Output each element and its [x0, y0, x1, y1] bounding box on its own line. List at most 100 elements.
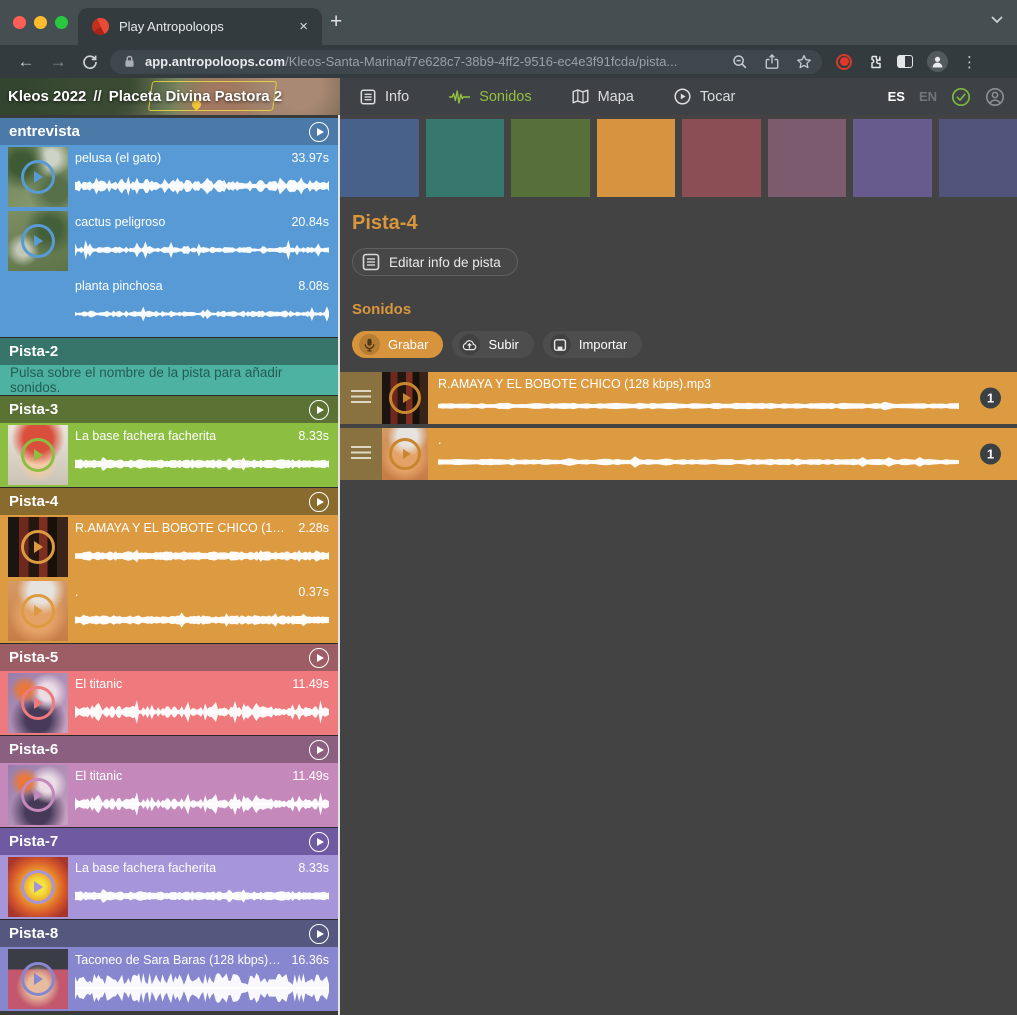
play-icon — [21, 224, 55, 258]
sound-thumbnail[interactable] — [8, 211, 68, 271]
window-minimize-button[interactable] — [34, 16, 47, 29]
import-button[interactable]: Importar — [543, 331, 642, 358]
browser-menu-kebab-icon[interactable]: ⋮ — [962, 53, 977, 71]
app-nav-tab-mapa[interactable]: Mapa — [572, 89, 634, 105]
sound-name: La base fachera facherita — [75, 429, 290, 443]
track-header[interactable]: Pista-4 — [0, 488, 338, 515]
sound-waveform — [75, 295, 329, 333]
extensions-puzzle-icon[interactable] — [866, 54, 883, 70]
track-play-button[interactable] — [309, 740, 329, 760]
sound-thumbnail[interactable] — [8, 949, 68, 1009]
tab-close-icon[interactable]: × — [295, 16, 312, 37]
sound-item[interactable]: Taconeo de Sara Baras (128 kbps).mp3 16.… — [0, 947, 338, 1011]
track-play-button[interactable] — [309, 648, 329, 668]
track-header[interactable]: Pista-5 — [0, 644, 338, 671]
sound-item[interactable]: R.AMAYA Y EL BOBOTE CHICO (128 kbps)....… — [0, 515, 338, 579]
track-swatch-3[interactable] — [511, 119, 590, 197]
track-section-pista-8: Pista-8 Taconeo de Sara Baras (128 kbps)… — [0, 919, 338, 1011]
sound-item[interactable]: . 0.37s — [0, 579, 338, 643]
track-play-button[interactable] — [309, 832, 329, 852]
play-icon — [21, 288, 55, 322]
track-header[interactable]: Pista-6 — [0, 736, 338, 763]
back-button[interactable]: ← — [10, 52, 42, 72]
sound-thumbnail[interactable] — [382, 372, 428, 424]
lang-en-button[interactable]: EN — [919, 89, 937, 104]
sound-item[interactable]: La base fachera facherita 8.33s — [0, 855, 338, 919]
sound-item[interactable]: cactus peligroso 20.84s — [0, 209, 338, 273]
sound-item[interactable]: pelusa (el gato) 33.97s — [0, 145, 338, 209]
window-close-button[interactable] — [13, 16, 26, 29]
sound-name: pelusa (el gato) — [75, 151, 283, 165]
track-play-button[interactable] — [309, 492, 329, 512]
sound-thumbnail[interactable] — [8, 857, 68, 917]
sound-item[interactable]: planta pinchosa 8.08s — [0, 273, 338, 337]
play-circle-icon — [674, 88, 691, 105]
track-sounds-list: R.AMAYA Y EL BOBOTE CHICO (128 kbps).mp3… — [340, 372, 1017, 480]
upload-button[interactable]: Subir — [452, 331, 533, 358]
track-header[interactable]: Pista-2 — [0, 338, 338, 365]
browser-tab[interactable]: Play Antropoloops × — [78, 8, 322, 45]
bookmark-star-icon[interactable] — [796, 54, 812, 70]
sound-thumbnail[interactable] — [8, 517, 68, 577]
sound-item[interactable]: La base fachera facherita 8.33s — [0, 423, 338, 487]
track-header[interactable]: Pista-3 — [0, 396, 338, 423]
lang-es-button[interactable]: ES — [888, 89, 905, 104]
track-play-button[interactable] — [309, 400, 329, 420]
forward-button[interactable]: → — [42, 52, 74, 72]
play-icon — [21, 530, 55, 564]
track-section-pista-3: Pista-3 La base fachera facherita 8.33s — [0, 395, 338, 487]
track-swatch-1[interactable] — [340, 119, 419, 197]
tab-search-chevron-icon[interactable] — [991, 16, 1003, 24]
app-nav-tab-tocar[interactable]: Tocar — [674, 88, 735, 105]
sound-name: . — [75, 585, 290, 599]
window-zoom-button[interactable] — [55, 16, 68, 29]
sound-row[interactable]: . 1 — [340, 428, 1017, 480]
track-swatch-4[interactable] — [597, 119, 676, 197]
url-text: app.antropoloops.com/Kleos-Santa-Marina/… — [145, 54, 722, 69]
track-swatch-8[interactable] — [939, 119, 1017, 197]
sound-thumbnail[interactable] — [8, 581, 68, 641]
loop-count-badge: 1 — [980, 388, 1001, 409]
track-play-button[interactable] — [309, 122, 329, 142]
sound-waveform — [75, 693, 329, 731]
track-section-pista-4: Pista-4 R.AMAYA Y EL BOBOTE CHICO (128 k… — [0, 487, 338, 643]
profile-avatar[interactable] — [927, 51, 948, 72]
sound-name: El titanic — [75, 769, 284, 783]
new-tab-button[interactable]: + — [330, 10, 342, 34]
track-swatch-2[interactable] — [426, 119, 505, 197]
record-button[interactable]: Grabar — [352, 331, 443, 358]
drag-handle[interactable] — [340, 372, 382, 424]
app-nav-tab-sonidos[interactable]: Sonidos — [449, 89, 531, 105]
track-swatch-7[interactable] — [853, 119, 932, 197]
record-extension-icon[interactable] — [836, 54, 852, 70]
sound-item[interactable]: El titanic 11.49s — [0, 763, 338, 827]
url-bar[interactable]: app.antropoloops.com/Kleos-Santa-Marina/… — [110, 50, 822, 74]
track-header[interactable]: Pista-8 — [0, 920, 338, 947]
breadcrumb-project-link[interactable]: Kleos 2022 — [8, 88, 86, 105]
account-icon[interactable] — [985, 87, 1005, 107]
share-icon[interactable] — [765, 54, 779, 70]
sound-thumbnail[interactable] — [8, 147, 68, 207]
track-header[interactable]: Pista-7 — [0, 828, 338, 855]
app-nav-tab-info[interactable]: Info — [360, 89, 409, 105]
track-swatch-6[interactable] — [768, 119, 847, 197]
sound-thumbnail[interactable] — [8, 673, 68, 733]
sound-row[interactable]: R.AMAYA Y EL BOBOTE CHICO (128 kbps).mp3… — [340, 372, 1017, 424]
track-section-pista-2: Pista-2 Pulsa sobre el nombre de la pist… — [0, 337, 338, 395]
track-play-button[interactable] — [309, 924, 329, 944]
track-header[interactable]: entrevista — [0, 118, 338, 145]
track-swatch-5[interactable] — [682, 119, 761, 197]
sound-item[interactable]: El titanic 11.49s — [0, 671, 338, 735]
map-icon — [572, 89, 589, 104]
play-icon — [21, 962, 55, 996]
side-panel-icon[interactable] — [897, 55, 913, 68]
edit-track-info-button[interactable]: Editar info de pista — [352, 248, 518, 276]
zoom-out-icon[interactable] — [732, 54, 748, 70]
sound-thumbnail[interactable] — [8, 425, 68, 485]
sound-thumbnail[interactable] — [382, 428, 428, 480]
sound-thumbnail[interactable] — [8, 275, 68, 335]
sound-thumbnail[interactable] — [8, 765, 68, 825]
reload-button[interactable] — [74, 54, 106, 70]
sound-waveform — [438, 393, 959, 419]
drag-handle[interactable] — [340, 428, 382, 480]
